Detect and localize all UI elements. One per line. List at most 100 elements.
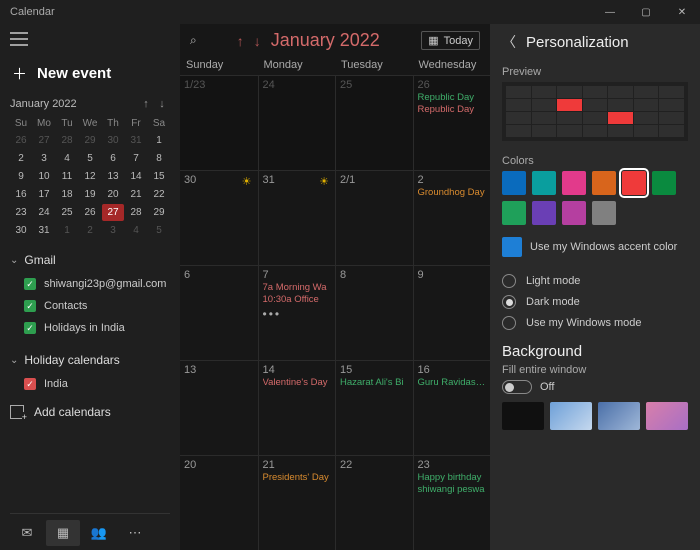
accent-color-option[interactable]: Use my Windows accent color (502, 237, 688, 257)
event-item[interactable]: shiwangi peswa (418, 484, 487, 495)
mini-day[interactable]: 15 (148, 168, 170, 185)
color-swatch[interactable] (652, 171, 676, 195)
mini-day[interactable]: 28 (56, 132, 78, 149)
event-item[interactable]: Republic Day (418, 92, 487, 103)
calendar-checkbox-row[interactable]: ✓Contacts (10, 295, 170, 317)
mini-day[interactable]: 6 (102, 150, 124, 167)
mini-day[interactable]: 5 (79, 150, 101, 167)
calendar-tab[interactable]: ▦ (46, 520, 80, 546)
new-event-button[interactable]: ＋ New event (12, 63, 170, 84)
mini-calendar[interactable]: SuMoTuWeThFrSa26272829303112345678910111… (10, 116, 170, 239)
background-thumb[interactable] (502, 402, 544, 430)
mini-day[interactable]: 19 (79, 186, 101, 203)
color-swatch[interactable] (532, 171, 556, 195)
day-cell[interactable]: 16Guru Ravidas Ja (413, 361, 491, 455)
mini-day[interactable]: 4 (125, 222, 147, 239)
mini-day[interactable]: 3 (33, 150, 55, 167)
color-swatch[interactable] (562, 201, 586, 225)
next-month[interactable]: ↓ (254, 33, 261, 49)
day-cell[interactable]: 13 (180, 361, 258, 455)
mini-day[interactable]: 31 (33, 222, 55, 239)
mini-day[interactable]: 2 (79, 222, 101, 239)
mini-day[interactable]: 8 (148, 150, 170, 167)
mini-day[interactable]: 21 (125, 186, 147, 203)
event-item[interactable]: 10:30a Office (263, 294, 332, 305)
event-item[interactable]: Groundhog Day (418, 187, 487, 198)
mini-day[interactable]: 11 (56, 168, 78, 185)
day-cell[interactable]: 23Happy birthdayshiwangi peswa (413, 456, 491, 550)
mode-radio[interactable]: Dark mode (502, 295, 688, 309)
color-swatch[interactable] (502, 171, 526, 195)
day-cell[interactable]: 14Valentine's Day (258, 361, 336, 455)
more-events-icon[interactable]: ••• (263, 307, 332, 321)
mini-day[interactable]: 22 (148, 186, 170, 203)
mini-day[interactable]: 28 (125, 204, 147, 221)
day-cell[interactable]: 2Groundhog Day (413, 171, 491, 265)
hamburger-icon[interactable] (10, 32, 170, 49)
color-swatch[interactable] (622, 171, 646, 195)
mini-day[interactable]: 20 (102, 186, 124, 203)
event-item[interactable]: Guru Ravidas Ja (418, 377, 487, 388)
mini-day[interactable]: 1 (148, 132, 170, 149)
mini-day[interactable]: 18 (56, 186, 78, 203)
mini-day[interactable]: 14 (125, 168, 147, 185)
day-cell[interactable]: 9 (413, 266, 491, 360)
day-cell[interactable]: 8 (335, 266, 413, 360)
people-tab[interactable]: 👥 (82, 520, 116, 546)
calendar-checkbox-row[interactable]: ✓India (10, 373, 170, 395)
day-cell[interactable]: 20 (180, 456, 258, 550)
mini-day[interactable]: 29 (148, 204, 170, 221)
day-cell[interactable]: 25 (335, 76, 413, 170)
mode-radio[interactable]: Light mode (502, 274, 688, 288)
mini-day[interactable]: 25 (56, 204, 78, 221)
color-swatch[interactable] (592, 171, 616, 195)
close-button[interactable]: ✕ (664, 0, 700, 24)
mini-day[interactable]: 4 (56, 150, 78, 167)
maximize-button[interactable]: ▢ (628, 0, 664, 24)
day-cell[interactable]: 15Hazarat Ali's Bi (335, 361, 413, 455)
mini-day[interactable]: 5 (148, 222, 170, 239)
day-cell[interactable]: 21Presidents' Day (258, 456, 336, 550)
more-tab[interactable]: ⋯ (118, 520, 152, 546)
mini-day[interactable]: 13 (102, 168, 124, 185)
mail-tab[interactable]: ✉ (10, 520, 44, 546)
event-item[interactable]: Presidents' Day (263, 472, 332, 483)
minimize-button[interactable]: — (592, 0, 628, 24)
account-header[interactable]: ⌄Holiday calendars (10, 353, 170, 367)
mini-day[interactable]: 27 (102, 204, 124, 221)
mini-day[interactable]: 10 (33, 168, 55, 185)
mini-day[interactable]: 3 (102, 222, 124, 239)
mini-day[interactable]: 1 (56, 222, 78, 239)
day-cell[interactable]: 22 (335, 456, 413, 550)
color-swatch[interactable] (562, 171, 586, 195)
event-item[interactable]: Valentine's Day (263, 377, 332, 388)
event-item[interactable]: 7a Morning Wa (263, 282, 332, 293)
calendar-grid[interactable]: 1/23242526Republic DayRepublic Day30☀31☀… (180, 75, 490, 550)
day-cell[interactable]: 31☀ (258, 171, 336, 265)
day-cell[interactable]: 30☀ (180, 171, 258, 265)
mini-day[interactable]: 31 (125, 132, 147, 149)
event-item[interactable]: Happy birthday (418, 472, 487, 483)
mini-day[interactable]: 27 (33, 132, 55, 149)
search-icon[interactable]: ⌕ (190, 33, 197, 48)
mini-day[interactable]: 26 (10, 132, 32, 149)
add-calendars-button[interactable]: Add calendars (10, 405, 170, 419)
background-thumb[interactable] (646, 402, 688, 430)
day-cell[interactable]: 1/23 (180, 76, 258, 170)
day-cell[interactable]: 26Republic DayRepublic Day (413, 76, 491, 170)
day-cell[interactable]: 2/1 (335, 171, 413, 265)
background-thumb[interactable] (550, 402, 592, 430)
prev-month[interactable]: ↑ (237, 33, 244, 49)
mini-day[interactable]: 9 (10, 168, 32, 185)
event-item[interactable]: Republic Day (418, 104, 487, 115)
mini-day[interactable]: 16 (10, 186, 32, 203)
mini-day[interactable]: 26 (79, 204, 101, 221)
mini-day[interactable]: 30 (102, 132, 124, 149)
mini-day[interactable]: 7 (125, 150, 147, 167)
minical-prev[interactable]: ↑ (138, 98, 154, 110)
minical-title[interactable]: January 2022 (10, 98, 77, 110)
background-thumb[interactable] (598, 402, 640, 430)
mini-day[interactable]: 24 (33, 204, 55, 221)
mini-day[interactable]: 30 (10, 222, 32, 239)
mini-day[interactable]: 17 (33, 186, 55, 203)
